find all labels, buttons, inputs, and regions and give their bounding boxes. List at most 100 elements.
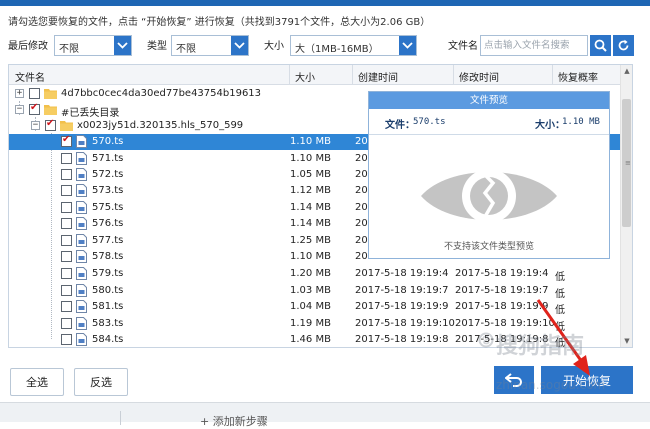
col-divider [552,65,553,85]
row-checkbox[interactable] [45,118,56,131]
file-row[interactable]: 581.ts 1.04 MB 2017-5-18 19:19:9 2017-5-… [9,299,620,316]
file-created: 20 [355,169,368,180]
filename-filter-label: 文件名 [448,41,478,52]
preview-title: 文件预览 [369,92,609,109]
preview-unsupported-message: 不支持该文件类型预览 [443,242,534,252]
size-filter-select[interactable]: 大（1MB-16MB） [290,35,417,56]
chevron-down-icon [231,36,248,55]
chevron-down-icon [399,36,416,55]
size-filter-label: 大小 [264,41,284,52]
type-filter-select[interactable]: 不限 [171,35,249,56]
video-file-icon [76,201,87,214]
preview-size-value: 1.10 MB [562,117,600,127]
watermark-text: 搜狗指南 [496,334,585,359]
footer-bar: + 添加新步骤 [0,402,650,428]
col-header-name[interactable]: 文件名 [15,69,45,84]
row-checkbox[interactable] [61,218,72,229]
file-created: 20 [355,251,368,262]
refresh-button[interactable] [613,35,634,56]
col-header-modified[interactable]: 修改时间 [459,69,499,84]
scroll-down-arrow-icon[interactable]: ▼ [621,335,632,347]
refresh-icon [618,39,629,51]
video-file-icon [76,317,87,330]
row-checkbox[interactable] [61,153,72,164]
scrollbar-thumb[interactable]: ≡ [622,99,631,227]
col-divider [453,65,454,85]
search-button[interactable] [590,35,611,56]
col-divider [352,65,353,85]
file-size: 1.20 MB [290,268,331,279]
invert-selection-button[interactable]: 反选 [74,368,128,396]
file-name: 577.ts [92,235,124,246]
row-checkbox[interactable] [61,134,72,147]
add-step-link[interactable]: + 添加新步骤 [200,413,268,429]
file-created: 20 [355,153,368,164]
preview-info: 文件： 570.ts 大小： 1.10 MB [369,109,609,135]
row-checkbox[interactable] [61,318,72,329]
file-size: 1.10 MB [290,153,331,164]
instruction-text: 请勾选您要恢复的文件，点击 “开始恢复” 进行恢复（共找到3791个文件，总大小… [8,17,431,28]
collapse-toggle[interactable]: − [15,105,24,114]
file-size: 1.19 MB [290,318,331,329]
file-size: 1.04 MB [290,301,331,312]
row-checkbox[interactable] [61,202,72,213]
file-created: 20 [355,218,368,229]
filename-search-input[interactable] [480,35,588,56]
row-checkbox[interactable] [61,185,72,196]
row-checkbox[interactable] [61,235,72,246]
file-preview-popup: 文件预览 文件： 570.ts 大小： 1.10 MB 不支持该文件类型预览 [368,91,610,259]
preview-size-label: 大小： [535,120,565,131]
modified-filter-value: 不限 [59,44,79,55]
file-created: 20 [355,185,368,196]
row-checkbox[interactable] [29,88,40,99]
collapse-toggle[interactable]: − [31,121,40,130]
file-recovery-probability: 低 [555,272,565,283]
file-row[interactable]: 579.ts 1.20 MB 2017-5-18 19:19:4 2017-5-… [9,266,620,283]
folder-icon [44,105,57,115]
row-checkbox[interactable] [61,169,72,180]
sogou-logo-icon [478,332,494,348]
scroll-up-arrow-icon[interactable]: ▲ [621,65,632,77]
video-file-icon [76,184,87,197]
file-size: 1.14 MB [290,202,331,213]
file-modified: 2017-5-18 19:19:4 [455,268,549,279]
select-all-button[interactable]: 全选 [10,368,64,396]
type-filter-label: 类型 [147,41,167,52]
video-file-icon [76,267,87,280]
col-header-size[interactable]: 大小 [295,69,315,84]
file-size: 1.05 MB [290,169,331,180]
row-checkbox[interactable] [61,251,72,262]
file-name: 570.ts [92,136,124,147]
file-created: 2017-5-18 19:19:10 [355,318,455,329]
file-name: 584.ts [92,334,124,345]
row-checkbox[interactable] [61,334,72,345]
file-size: 1.03 MB [290,285,331,296]
row-checkbox[interactable] [61,268,72,279]
col-header-recovery-probability[interactable]: 恢复概率 [558,69,598,84]
file-size: 1.46 MB [290,334,331,345]
row-checkbox[interactable] [61,301,72,312]
file-name: 575.ts [92,202,124,213]
col-header-created[interactable]: 创建时间 [358,69,398,84]
file-created: 20 [355,235,368,246]
video-file-icon [76,168,87,181]
size-filter-value: 大（1MB-16MB） [295,44,379,55]
folder-name: 4d7bbc0cec4da30ed77be43754b19613 [61,88,262,99]
col-divider [289,65,290,85]
file-name: 580.ts [92,285,124,296]
modified-filter-select[interactable]: 不限 [54,35,132,56]
watermark-url: zhinan.sogou.com [496,378,606,392]
expand-toggle[interactable]: + [15,89,24,98]
file-modified: 2017-5-18 19:19:7 [455,285,549,296]
file-name: 576.ts [92,218,124,229]
file-size: 1.14 MB [290,218,331,229]
row-checkbox[interactable] [29,102,40,115]
grip-icon: ≡ [625,159,631,167]
video-file-icon [76,284,87,297]
row-checkbox[interactable] [61,285,72,296]
vertical-scrollbar[interactable]: ▲ ≡ ▼ [620,65,632,347]
file-row[interactable]: 580.ts 1.03 MB 2017-5-18 19:19:7 2017-5-… [9,283,620,300]
file-name: 581.ts [92,301,124,312]
file-size: 1.10 MB [290,251,331,262]
chevron-down-icon [114,36,131,55]
